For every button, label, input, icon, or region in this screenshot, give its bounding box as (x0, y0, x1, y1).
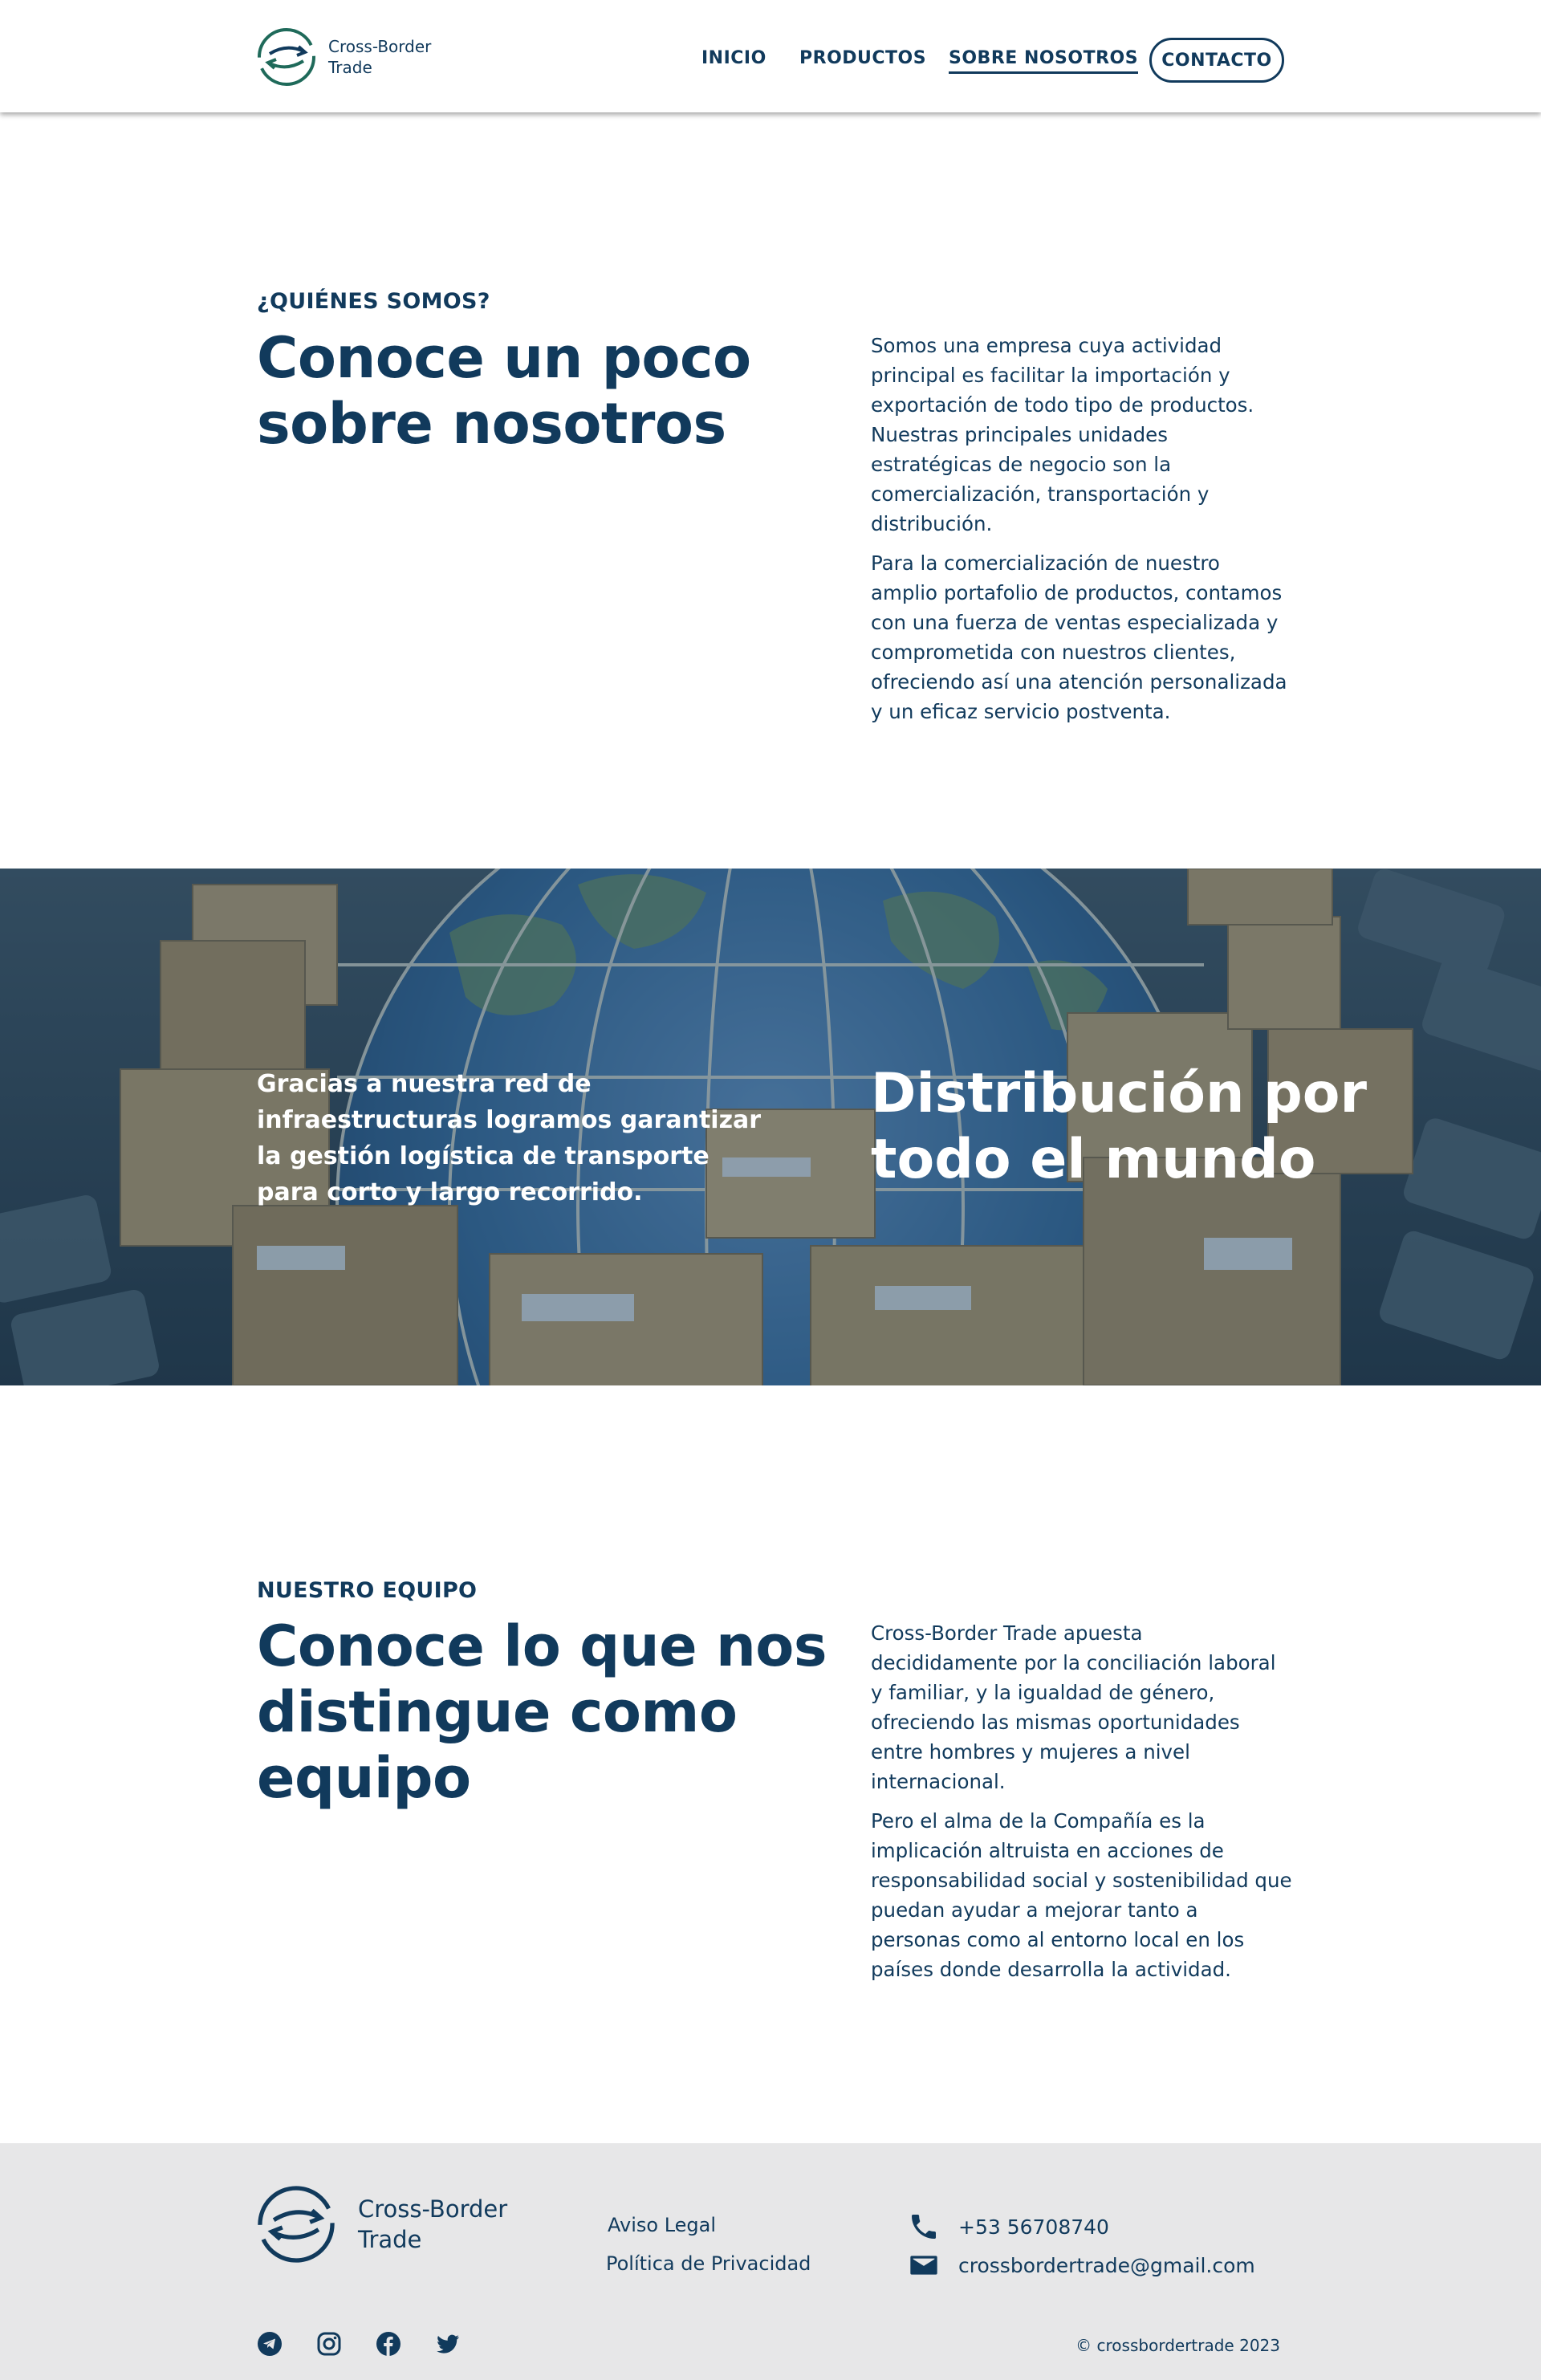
about-heading: Conoce un poco sobre nosotros (257, 325, 751, 457)
team-section: NUESTRO EQUIPO Conoce lo que nos disting… (0, 1385, 1541, 2143)
team-text: Cross-Border Trade apuesta decididamente… (871, 1618, 1292, 1994)
email-contact[interactable]: crossbordertrade@gmail.com (907, 2248, 1255, 2282)
nav-sobre-nosotros[interactable]: SOBRE NOSOTROS (949, 48, 1139, 74)
about-paragraph-2: Para la comercialización de nuestro ampl… (871, 551, 1287, 723)
site-footer: Cross-Border Trade Aviso Legal Política … (0, 2143, 1541, 2380)
distribution-banner: Gracias a nuestra red de infraestructura… (0, 869, 1541, 1385)
nav-productos[interactable]: PRODUCTOS (799, 48, 926, 68)
logo-icon (258, 27, 315, 86)
nav-inicio[interactable]: INICIO (701, 48, 766, 68)
phone-icon (907, 2210, 941, 2244)
twitter-icon[interactable] (435, 2331, 461, 2357)
phone-contact[interactable]: +53 56708740 (907, 2210, 1109, 2244)
telegram-icon[interactable] (257, 2331, 283, 2357)
about-text: Somos una empresa cuya actividad princip… (871, 331, 1292, 736)
footer-brand-name: Cross-Border Trade (358, 2194, 507, 2255)
brand[interactable]: Cross-Border Trade (257, 26, 431, 87)
banner-heading: Distribución por todo el mundo (871, 1062, 1368, 1191)
banner-description: Gracias a nuestra red de infraestructura… (257, 1070, 762, 1206)
footer-brand-line-2: Trade (358, 2226, 422, 2253)
team-paragraph-2: Pero el alma de la Compañía es la implic… (871, 1809, 1292, 1981)
mail-icon (907, 2248, 941, 2282)
legal-link[interactable]: Aviso Legal (608, 2214, 716, 2236)
facebook-icon[interactable] (376, 2331, 401, 2357)
social-links (257, 2331, 494, 2357)
brand-line-1: Cross-Border (328, 36, 432, 56)
privacy-link[interactable]: Política de Privacidad (606, 2252, 811, 2275)
team-paragraph-1: Cross-Border Trade apuesta decididamente… (871, 1621, 1276, 1793)
copyright: © crossbordertrade 2023 (1075, 2336, 1280, 2355)
brand-line-2: Trade (328, 57, 372, 77)
about-eyebrow: ¿QUIÉNES SOMOS? (257, 289, 490, 314)
footer-logo-icon (258, 2186, 335, 2263)
site-header: Cross-Border Trade INICIO PRODUCTOS SOBR… (0, 0, 1541, 112)
instagram-icon[interactable] (316, 2331, 342, 2357)
about-paragraph-1: Somos una empresa cuya actividad princip… (871, 334, 1254, 535)
team-heading: Conoce lo que nos distingue como equipo (257, 1613, 827, 1811)
team-eyebrow: NUESTRO EQUIPO (257, 1578, 478, 1603)
footer-brand[interactable]: Cross-Border Trade (257, 2185, 507, 2264)
nav-contacto-button[interactable]: CONTACTO (1149, 38, 1284, 83)
email-address: crossbordertrade@gmail.com (958, 2253, 1255, 2277)
about-section: ¿QUIÉNES SOMOS? Conoce un poco sobre nos… (0, 112, 1541, 869)
brand-name: Cross-Border Trade (328, 36, 431, 78)
footer-brand-line-1: Cross-Border (358, 2195, 508, 2223)
phone-number: +53 56708740 (958, 2215, 1109, 2239)
